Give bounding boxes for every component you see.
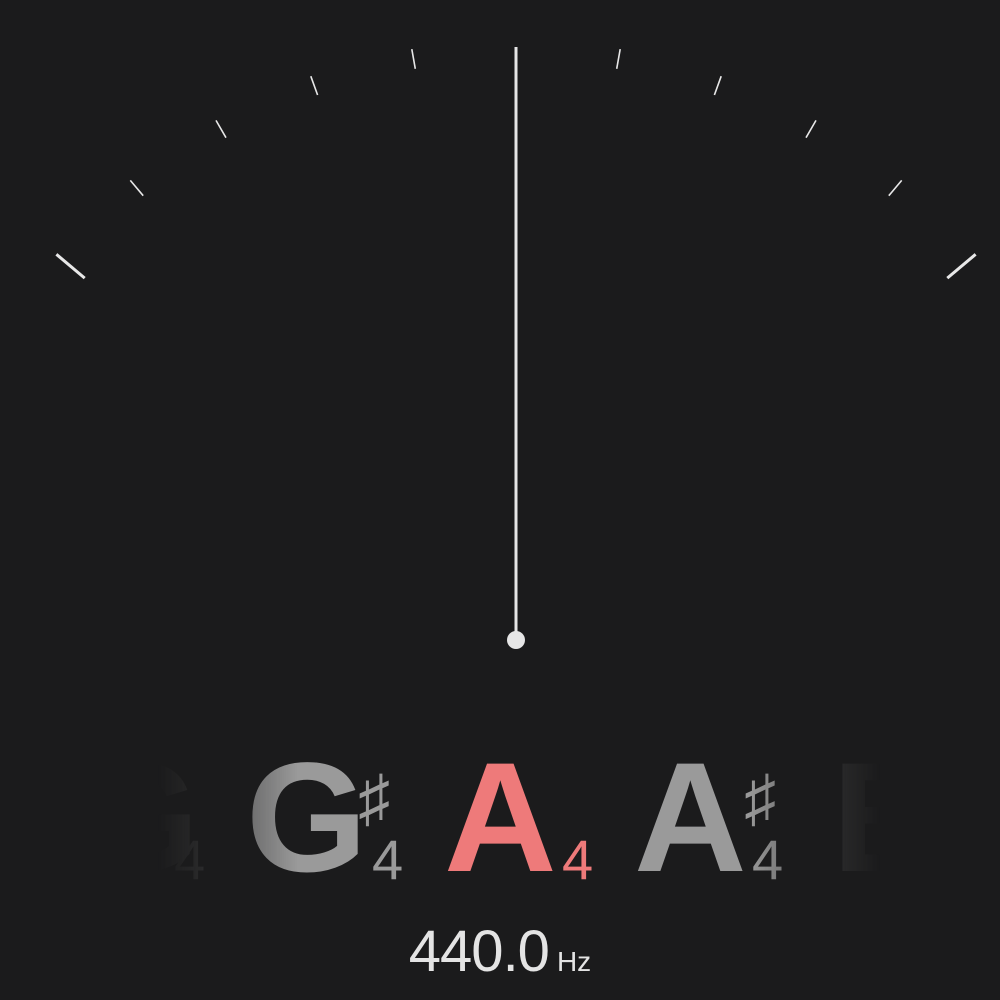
note-carousel: G 4 G ♯ 4 A 4 A ♯ 4 B 4: [158, 740, 880, 900]
sharp-icon: ♯: [358, 762, 390, 834]
frequency-value: 440.0: [408, 919, 550, 984]
meter-tick: [215, 119, 227, 139]
meter-tick: [888, 179, 903, 197]
meter-tick: [805, 119, 817, 139]
meter-tick: [411, 48, 417, 69]
meter-tick: [55, 253, 86, 280]
note-octave: 4: [752, 828, 784, 891]
note-letter: B: [832, 740, 880, 896]
note-octave: 4: [174, 828, 206, 891]
note-letter: A: [444, 740, 557, 900]
meter-tick: [713, 75, 722, 96]
sharp-icon: ♯: [744, 762, 776, 834]
note-letter: A: [634, 740, 747, 900]
needle-pivot: [507, 631, 525, 649]
meter-tick: [615, 48, 621, 69]
note-octave: 4: [372, 828, 404, 891]
note-letter: G: [246, 740, 367, 900]
meter-tick: [129, 179, 144, 197]
meter-tick: [946, 253, 977, 280]
tuner-screen: G 4 G ♯ 4 A 4 A ♯ 4 B 4 440.0Hz: [0, 0, 1000, 1000]
meter-tick: [310, 75, 319, 96]
note-octave: 4: [562, 828, 594, 891]
frequency-unit: Hz: [556, 946, 592, 977]
frequency-readout: 440.0 Hz: [0, 918, 1000, 985]
